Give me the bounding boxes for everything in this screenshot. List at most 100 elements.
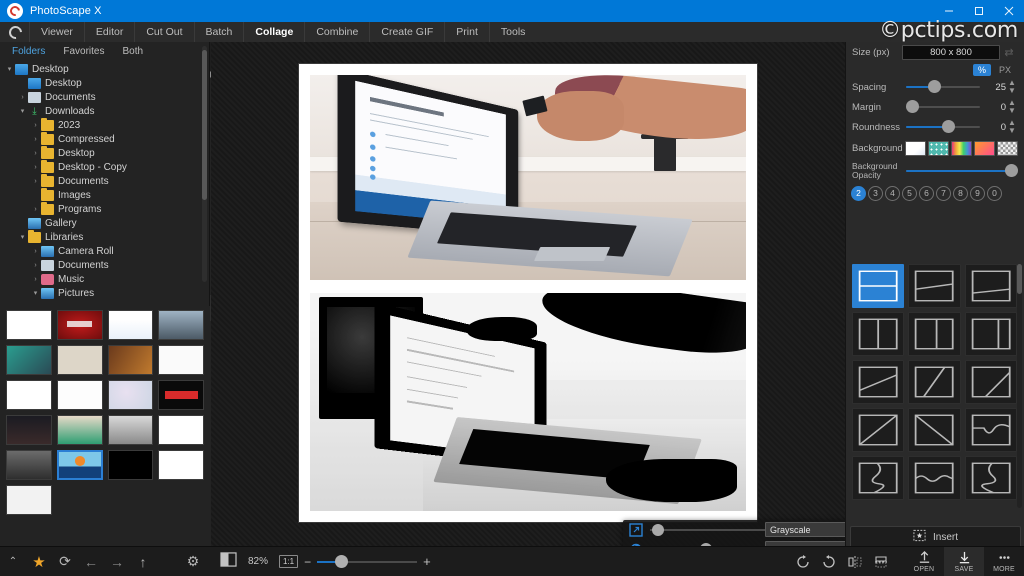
tree-node[interactable]: Images <box>0 187 209 202</box>
layout-option-12[interactable] <box>964 408 1017 452</box>
tree-node[interactable]: › 2023 <box>0 117 209 132</box>
tree-node[interactable]: › Music <box>0 272 209 286</box>
roundness-stepper[interactable]: ▲ ▼ <box>1006 119 1018 135</box>
thumbnail-item[interactable] <box>158 310 204 340</box>
layout-option-15[interactable] <box>964 456 1017 500</box>
photoscape-circle-icon[interactable] <box>4 22 26 42</box>
minimize-button[interactable] <box>934 0 964 22</box>
layout-option-10[interactable] <box>852 408 905 452</box>
layout-option-14[interactable] <box>908 456 961 500</box>
menu-item-print[interactable]: Print <box>444 22 489 42</box>
thumbnail-item[interactable] <box>56 310 103 340</box>
refresh-icon[interactable]: ⟳ <box>52 547 78 576</box>
rotate-right-icon[interactable] <box>816 547 842 576</box>
cell-count-6[interactable]: 6 <box>919 185 934 201</box>
spacing-stepper[interactable]: ▲ ▼ <box>1006 79 1018 95</box>
tree-node[interactable]: ▾ Pictures <box>0 286 209 300</box>
unit-percent-button[interactable]: % <box>972 63 991 76</box>
maximize-button[interactable] <box>964 0 994 22</box>
save-button[interactable]: SAVE <box>944 546 984 576</box>
layout-option-2[interactable] <box>908 264 961 308</box>
background-opacity-slider[interactable] <box>906 164 1019 178</box>
thumbnail-item[interactable] <box>158 415 204 445</box>
margin-slider[interactable] <box>906 100 980 114</box>
zoom-ratio-button[interactable]: 1:1 <box>279 555 299 568</box>
thumbnail-item[interactable] <box>6 380 52 410</box>
swatch-orange-pink[interactable] <box>973 140 995 156</box>
thumbnail-item[interactable] <box>56 345 103 375</box>
tree-node[interactable]: Desktop <box>0 76 209 90</box>
thumbnail-item[interactable] <box>6 415 52 445</box>
swap-icon[interactable]: ⇄ <box>1000 46 1018 59</box>
thumbnail-item[interactable] <box>6 450 52 480</box>
thumbnail-item[interactable] <box>6 485 52 515</box>
tree-expand-arrow[interactable]: ▾ <box>30 289 41 297</box>
roundness-slider[interactable] <box>906 120 980 134</box>
tree-node[interactable]: › Desktop - Copy <box>0 159 209 174</box>
layout-option-6[interactable] <box>964 312 1017 356</box>
swatch-transparent[interactable] <box>996 140 1019 156</box>
thumbnail-item[interactable] <box>6 345 52 375</box>
layout-option-11[interactable] <box>908 408 961 452</box>
cell-count-8[interactable]: 8 <box>953 185 968 201</box>
spacing-slider[interactable] <box>906 80 980 94</box>
flip-horizontal-icon[interactable] <box>842 547 868 576</box>
collage-cell-top[interactable] <box>310 75 746 280</box>
sidebar-tab-folders[interactable]: Folders <box>4 46 53 57</box>
canvas-area[interactable]: Grayscale ▾ Duotone > Cinema <box>211 42 858 576</box>
layout-option-3[interactable] <box>964 264 1017 308</box>
tree-node[interactable]: › Desktop <box>0 145 209 160</box>
swatch-rainbow[interactable] <box>950 140 972 156</box>
tree-node[interactable]: › Compressed <box>0 131 209 146</box>
cell-count-5[interactable]: 5 <box>902 185 917 201</box>
thumbnail-item[interactable] <box>56 415 103 445</box>
size-input[interactable]: 800 x 800 <box>902 44 1000 60</box>
tree-expand-arrow[interactable]: › <box>30 248 41 255</box>
open-button[interactable]: OPEN <box>904 547 944 576</box>
swatch-teal-pattern[interactable] <box>927 140 949 156</box>
layout-option-13[interactable] <box>852 456 905 500</box>
cell-count-7[interactable]: 7 <box>936 185 951 201</box>
tree-expand-arrow[interactable]: ▾ <box>4 65 15 73</box>
zoom-out-button[interactable]: − <box>304 555 311 569</box>
menu-item-collage[interactable]: Collage <box>243 22 304 42</box>
swatch-white[interactable] <box>904 140 926 156</box>
unit-px-button[interactable]: PX <box>994 64 1016 76</box>
flip-vertical-icon[interactable] <box>868 547 894 576</box>
menu-item-editor[interactable]: Editor <box>83 22 134 42</box>
chevron-up-icon[interactable]: ⌃ <box>0 547 26 576</box>
menu-item-combine[interactable]: Combine <box>304 22 369 42</box>
sidebar-scrollbar[interactable] <box>202 46 207 282</box>
tree-expand-arrow[interactable]: › <box>30 164 41 171</box>
layout-option-9[interactable] <box>964 360 1017 404</box>
tree-node[interactable]: › Documents <box>0 258 209 272</box>
thumbnail-item[interactable] <box>107 345 154 375</box>
thumbnail-item[interactable] <box>158 345 204 375</box>
cell-count-3[interactable]: 3 <box>868 185 883 201</box>
zoom-slider[interactable] <box>317 554 418 569</box>
menu-item-create-gif[interactable]: Create GIF <box>369 22 444 42</box>
tree-expand-arrow[interactable]: › <box>30 276 41 283</box>
tree-node[interactable]: › Programs <box>0 201 209 216</box>
tree-expand-arrow[interactable]: ▾ <box>17 233 28 241</box>
favorite-star-icon[interactable]: ★ <box>26 547 52 576</box>
compare-view-icon[interactable] <box>220 551 237 572</box>
menu-item-cut-out[interactable]: Cut Out <box>134 22 193 42</box>
sidebar-tab-favorites[interactable]: Favorites <box>55 46 112 57</box>
thumbnail-item[interactable] <box>158 450 204 480</box>
thumbnail-item[interactable] <box>107 415 154 445</box>
zoom-in-button[interactable]: + <box>423 554 431 569</box>
thumbnail-item[interactable] <box>107 310 154 340</box>
tree-expand-arrow[interactable]: › <box>30 206 41 213</box>
margin-stepper[interactable]: ▲ ▼ <box>1006 99 1018 115</box>
menu-item-tools[interactable]: Tools <box>488 22 537 42</box>
layout-option-7[interactable] <box>852 360 905 404</box>
thumbnail-item[interactable] <box>56 450 103 480</box>
tree-expand-arrow[interactable]: › <box>30 122 41 129</box>
tree-node[interactable]: Gallery <box>0 216 209 230</box>
cell-count-2[interactable]: 2 <box>851 185 866 201</box>
tree-expand-arrow[interactable]: ▾ <box>17 107 28 115</box>
filter-select[interactable]: Grayscale ▾ <box>765 522 853 537</box>
forward-arrow-icon[interactable]: → <box>104 547 130 576</box>
thumbnail-item[interactable] <box>56 380 103 410</box>
